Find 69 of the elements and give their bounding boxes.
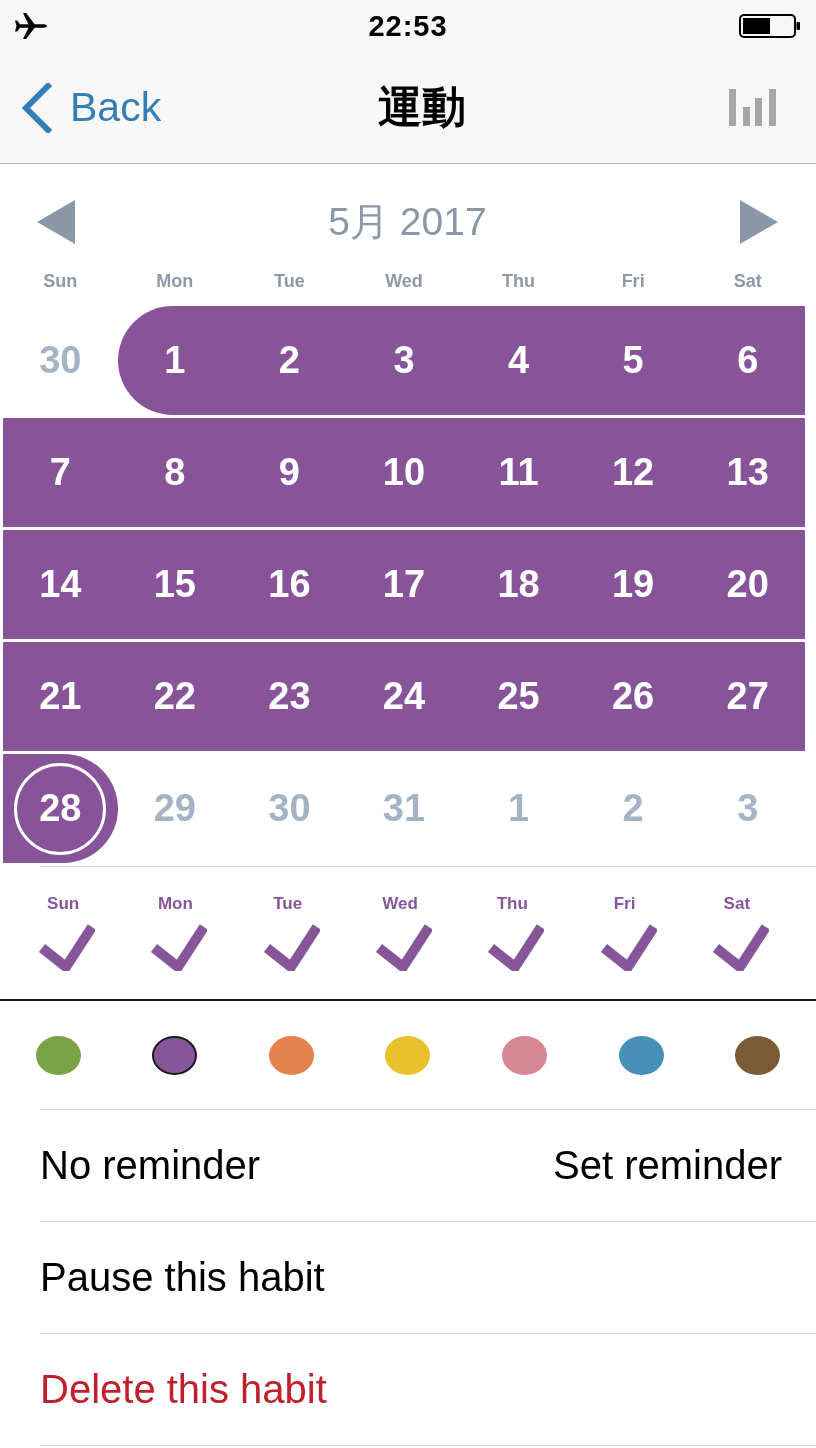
weekday-label: Tue	[274, 270, 305, 292]
weekday-label: Thu	[502, 270, 536, 292]
calendar-day[interactable]: 13	[690, 418, 805, 527]
weekday-label: Mon	[157, 894, 193, 914]
weekday-label: Fri	[621, 270, 645, 292]
calendar-day[interactable]: 5	[575, 306, 691, 415]
calendar-day[interactable]: 26	[575, 642, 691, 751]
month-title: 5月 2017	[328, 199, 487, 245]
weekday-label: Sun	[43, 270, 78, 292]
calendar-day[interactable]: 10	[346, 418, 462, 527]
weekday-label: Sat	[733, 270, 762, 292]
calendar-day[interactable]: 4	[461, 306, 576, 415]
color-swatch-icon[interactable]	[502, 1035, 548, 1075]
weekday-label: Mon	[156, 270, 194, 292]
calendar-day[interactable]: 7	[3, 418, 118, 527]
color-swatch-icon[interactable]	[385, 1035, 431, 1075]
calendar-day[interactable]: 27	[690, 642, 805, 751]
calendar-day[interactable]: 9	[232, 418, 347, 527]
check-icon[interactable]	[376, 923, 432, 971]
calendar-day[interactable]: 14	[3, 530, 118, 639]
status-time: 22:53	[368, 9, 448, 43]
calendar-day[interactable]: 25	[461, 642, 576, 751]
calendar-day[interactable]: 15	[117, 530, 233, 639]
weekday-label: Sat	[723, 894, 751, 914]
back-button[interactable]: Back	[20, 82, 162, 133]
action-item[interactable]: Delete this habit	[40, 1367, 327, 1412]
action-item[interactable]: Pause this habit	[40, 1255, 325, 1300]
check-icon[interactable]	[39, 923, 96, 971]
color-swatch-icon[interactable]	[618, 1035, 664, 1075]
calendar-day[interactable]: 20	[690, 530, 805, 639]
check-icon[interactable]	[600, 923, 657, 971]
airplane-icon	[15, 13, 47, 39]
weekday-label: Wed	[385, 270, 423, 292]
calendar-day[interactable]: 18	[461, 530, 576, 639]
weekday-label: Tue	[273, 894, 303, 914]
weekday-label: Thu	[496, 894, 528, 914]
check-icon[interactable]	[151, 923, 208, 971]
color-swatch-icon[interactable]	[735, 1035, 781, 1075]
calendar-day[interactable]: 22	[117, 642, 233, 751]
calendar-day[interactable]: 8	[117, 418, 233, 527]
calendar-day[interactable]: 2	[232, 306, 347, 415]
right-triangle-icon[interactable]	[740, 200, 778, 244]
reminder-status: No reminder	[40, 1143, 261, 1188]
calendar-day[interactable]: 16	[232, 530, 347, 639]
set-reminder-button[interactable]: Set reminder	[553, 1143, 782, 1188]
check-icon[interactable]	[712, 923, 769, 971]
screen-title: 運動	[378, 80, 466, 134]
calendar-day[interactable]: 21	[3, 642, 118, 751]
calendar-day[interactable]: 12	[575, 418, 691, 527]
check-icon[interactable]	[263, 923, 320, 971]
chevron-left-icon	[20, 82, 52, 133]
calendar-day[interactable]: 3	[346, 306, 462, 415]
calendar-day[interactable]: 19	[575, 530, 691, 639]
calendar-day[interactable]: 23	[232, 642, 347, 751]
calendar-day[interactable]: 24	[346, 642, 462, 751]
calendar-day[interactable]: 28	[3, 754, 118, 863]
battery-icon	[739, 14, 801, 38]
calendar-day[interactable]: 1	[117, 306, 233, 415]
weekday-label: Wed	[382, 894, 418, 914]
left-triangle-icon[interactable]	[37, 200, 75, 244]
check-icon[interactable]	[488, 923, 545, 971]
calendar-day[interactable]: 6	[690, 306, 805, 415]
weekday-label: Fri	[613, 894, 636, 914]
weekday-label: Sun	[47, 894, 80, 914]
calendar-day[interactable]: 17	[346, 530, 462, 639]
color-swatch-icon[interactable]	[268, 1035, 314, 1075]
calendar-day[interactable]: 11	[461, 418, 576, 527]
color-swatch-icon[interactable]	[152, 1035, 198, 1075]
color-swatch-icon[interactable]	[35, 1035, 81, 1075]
